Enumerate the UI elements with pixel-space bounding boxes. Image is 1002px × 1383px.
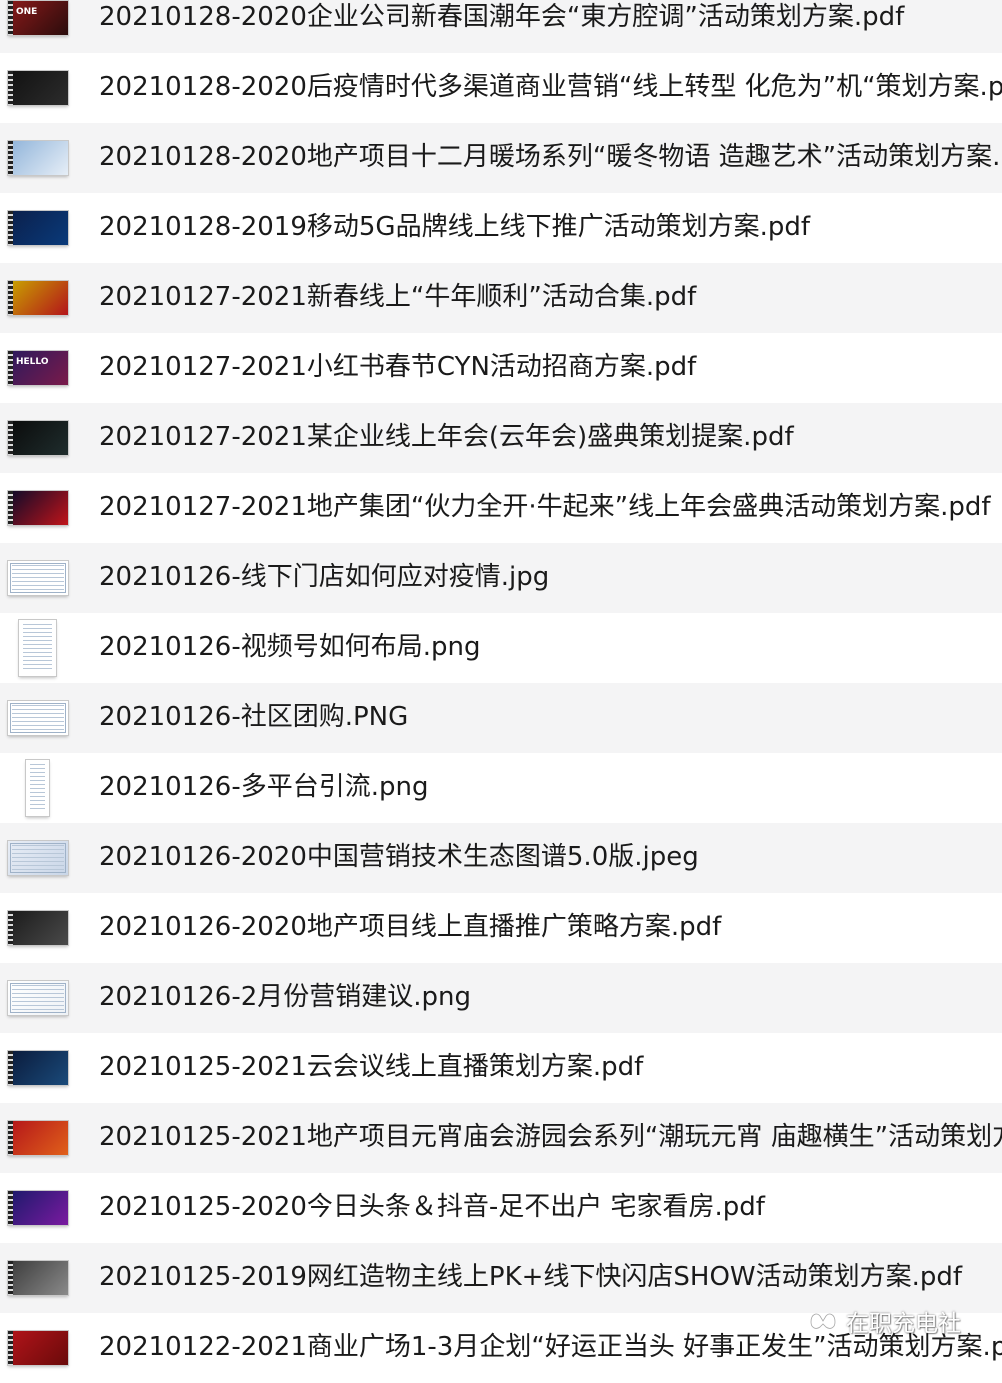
file-row[interactable]: 20210127-2021新春线上“牛年顺利”活动合集.pdf bbox=[0, 263, 1002, 333]
file-name: 20210128-2019移动5G品牌线上线下推广活动策划方案.pdf bbox=[99, 212, 811, 242]
file-name: 20210127-2021某企业线上年会(云年会)盛典策划提案.pdf bbox=[99, 422, 794, 452]
file-thumbnail-icon bbox=[8, 561, 68, 595]
file-row[interactable]: 20210126-2020地产项目线上直播推广策略方案.pdf bbox=[0, 893, 1002, 963]
file-row[interactable]: 20210126-2020中国营销技术生态图谱5.0版.jpeg bbox=[0, 823, 1002, 893]
file-thumbnail-icon: HELLO bbox=[8, 351, 68, 385]
file-thumbnail-icon: ONE bbox=[8, 1, 68, 35]
file-thumbnail-icon bbox=[8, 1331, 68, 1365]
file-row[interactable]: 20210125-2020今日头条＆抖音-足不出户 宅家看房.pdf bbox=[0, 1173, 1002, 1243]
file-thumbnail-icon bbox=[8, 1261, 68, 1295]
file-row[interactable]: 20210127-2021某企业线上年会(云年会)盛典策划提案.pdf bbox=[0, 403, 1002, 473]
file-row[interactable]: 20210125-2021云会议线上直播策划方案.pdf bbox=[0, 1033, 1002, 1103]
file-name: 20210125-2021云会议线上直播策划方案.pdf bbox=[99, 1052, 644, 1082]
file-row[interactable]: 20210128-2020地产项目十二月暖场系列“暖冬物语 造趣艺术”活动策划方… bbox=[0, 123, 1002, 193]
file-row[interactable]: 20210127-2021地产集团“伙力全开·牛起来”线上年会盛典活动策划方案.… bbox=[0, 473, 1002, 543]
file-thumbnail-icon bbox=[8, 1191, 68, 1225]
file-thumbnail-icon bbox=[8, 141, 68, 175]
file-row[interactable]: HELLO 20210127-2021小红书春节CYN活动招商方案.pdf bbox=[0, 333, 1002, 403]
file-row[interactable]: 20210128-2020后疫情时代多渠道商业营销“线上转型 化危为”机“策划方… bbox=[0, 53, 1002, 123]
file-row[interactable]: 20210128-2019移动5G品牌线上线下推广活动策划方案.pdf bbox=[0, 193, 1002, 263]
file-name: 20210127-2021小红书春节CYN活动招商方案.pdf bbox=[99, 352, 697, 382]
file-thumbnail-icon bbox=[8, 421, 68, 455]
file-thumbnail-icon bbox=[19, 620, 56, 676]
file-row[interactable]: 20210126-2月份营销建议.png bbox=[0, 963, 1002, 1033]
file-thumbnail-icon bbox=[8, 491, 68, 525]
wechat-channel-icon bbox=[809, 1312, 837, 1330]
file-name: 20210126-2月份营销建议.png bbox=[99, 982, 472, 1012]
file-thumbnail-icon bbox=[26, 760, 49, 816]
file-thumbnail-icon bbox=[8, 281, 68, 315]
file-name: 20210126-视频号如何布局.png bbox=[99, 632, 481, 662]
file-name: 20210127-2021新春线上“牛年顺利”活动合集.pdf bbox=[99, 282, 697, 312]
watermark-text: 在职充电社 bbox=[846, 1311, 961, 1337]
file-row[interactable]: 20210125-2021地产项目元宵庙会游园会系列“潮玩元宵 庙趣横生”活动策… bbox=[0, 1103, 1002, 1173]
thumbnail-caption: HELLO bbox=[16, 357, 49, 367]
file-name: 20210125-2020今日头条＆抖音-足不出户 宅家看房.pdf bbox=[99, 1192, 765, 1222]
file-row[interactable]: 20210126-视频号如何布局.png bbox=[0, 613, 1002, 683]
file-row[interactable]: ONE 20210128-2020企业公司新春国潮年会“東方腔调”活动策划方案.p… bbox=[0, 0, 1002, 53]
file-name: 20210128-2020后疫情时代多渠道商业营销“线上转型 化危为”机“策划方… bbox=[99, 72, 1002, 102]
file-name: 20210125-2021地产项目元宵庙会游园会系列“潮玩元宵 庙趣横生”活动策… bbox=[99, 1122, 1002, 1152]
file-list: ONE 20210128-2020企业公司新春国潮年会“東方腔调”活动策划方案.p… bbox=[0, 0, 1002, 1383]
file-name: 20210126-2020地产项目线上直播推广策略方案.pdf bbox=[99, 912, 722, 942]
file-thumbnail-icon bbox=[8, 71, 68, 105]
file-thumbnail-icon bbox=[8, 1121, 68, 1155]
file-name: 20210126-2020中国营销技术生态图谱5.0版.jpeg bbox=[99, 842, 699, 872]
watermark: 在职充电社 bbox=[808, 1303, 961, 1339]
file-name: 20210128-2020地产项目十二月暖场系列“暖冬物语 造趣艺术”活动策划方… bbox=[99, 142, 1002, 172]
file-name: 20210126-多平台引流.png bbox=[99, 772, 429, 802]
file-name: 20210125-2019网红造物主线上PK+线下快闪店SHOW活动策划方案.p… bbox=[99, 1262, 963, 1292]
file-thumbnail-icon bbox=[8, 211, 68, 245]
thumbnail-caption: ONE bbox=[16, 7, 38, 17]
file-row[interactable]: 20210126-社区团购.PNG bbox=[0, 683, 1002, 753]
file-name: 20210128-2020企业公司新春国潮年会“東方腔调”活动策划方案.pdf bbox=[99, 2, 905, 32]
file-thumbnail-icon bbox=[8, 911, 68, 945]
file-thumbnail-icon bbox=[8, 981, 68, 1015]
file-name: 20210126-线下门店如何应对疫情.jpg bbox=[99, 562, 550, 592]
file-row[interactable]: 20210126-线下门店如何应对疫情.jpg bbox=[0, 543, 1002, 613]
file-row[interactable]: 20210126-多平台引流.png bbox=[0, 753, 1002, 823]
file-thumbnail-icon bbox=[8, 1051, 68, 1085]
file-name: 20210126-社区团购.PNG bbox=[99, 702, 409, 732]
file-thumbnail-icon bbox=[8, 701, 68, 735]
file-name: 20210127-2021地产集团“伙力全开·牛起来”线上年会盛典活动策划方案.… bbox=[99, 492, 991, 522]
file-thumbnail-icon bbox=[8, 841, 68, 875]
